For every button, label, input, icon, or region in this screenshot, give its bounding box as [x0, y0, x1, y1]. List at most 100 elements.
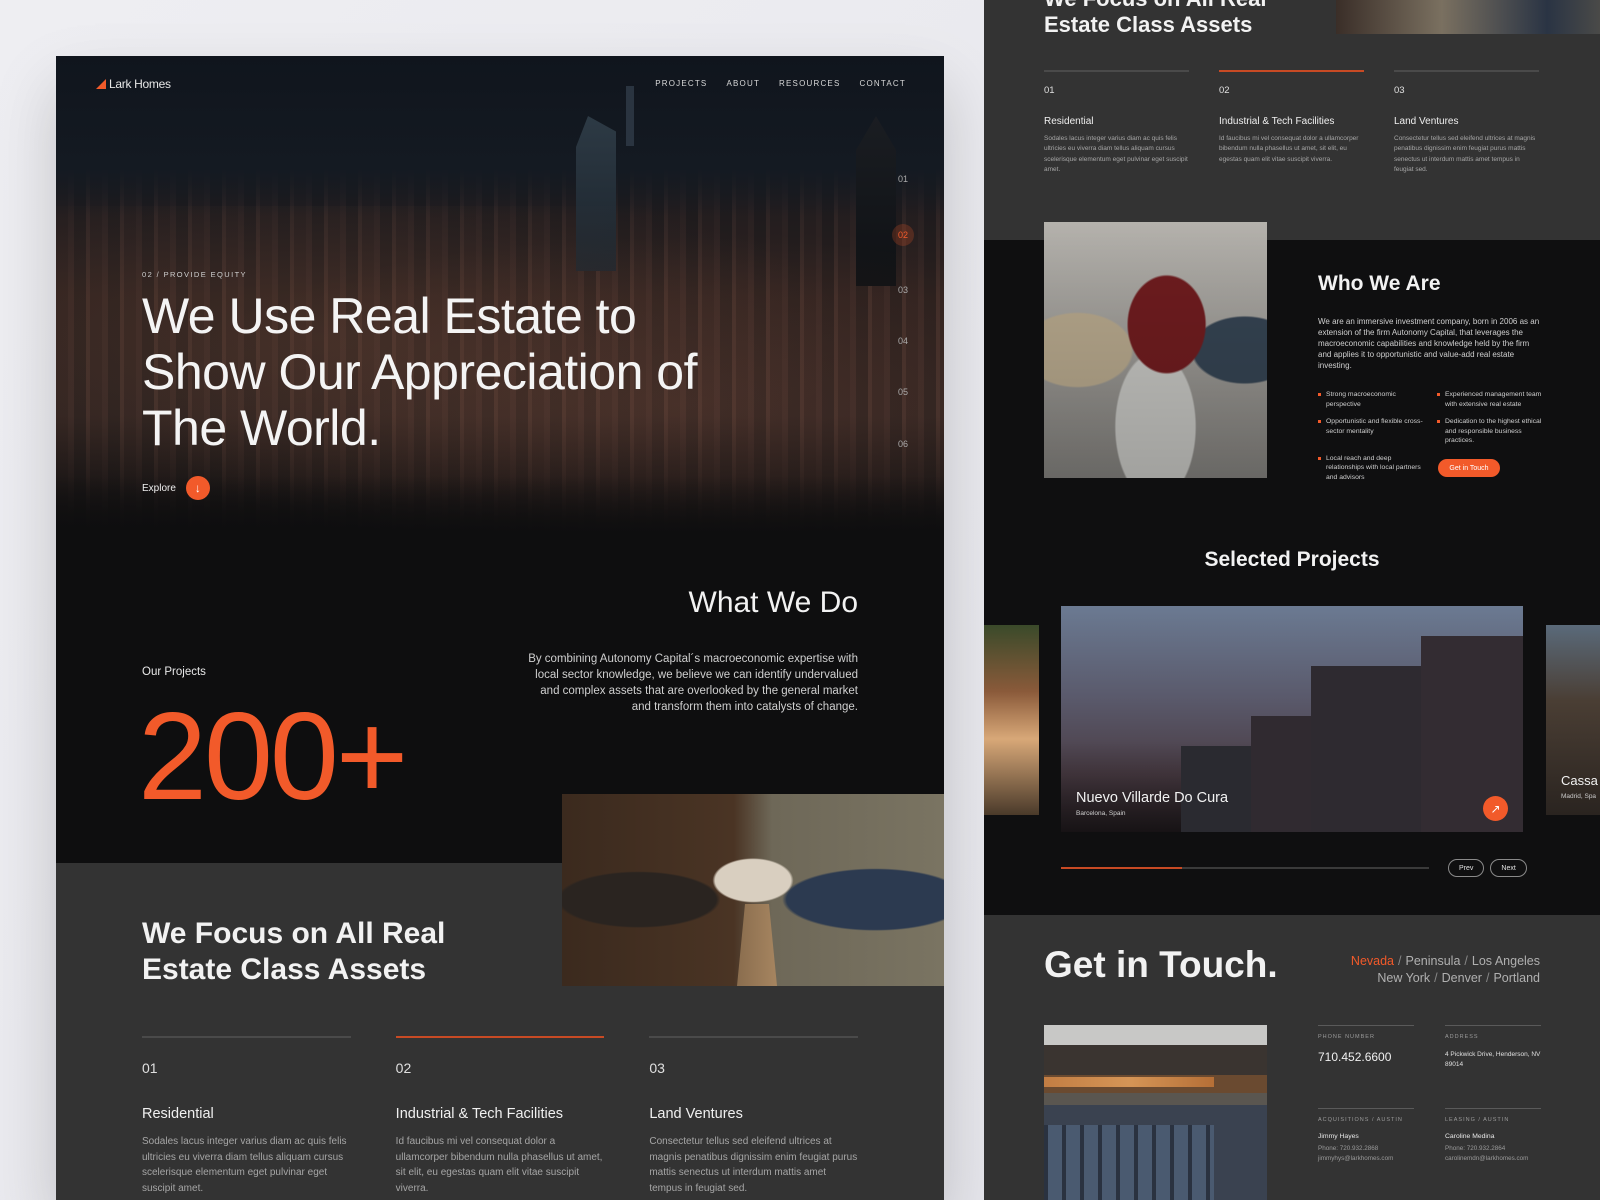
- focus-title-small: We Focus on All Real Estate Class Assets: [1044, 0, 1266, 37]
- top-nav: Lark Homes PROJECTS ABOUT RESOURCES CONT…: [56, 56, 944, 116]
- divider: [1318, 1108, 1414, 1109]
- city-peninsula[interactable]: Peninsula: [1406, 954, 1461, 968]
- slide-dot-01[interactable]: 01: [892, 168, 914, 190]
- logo-text: Lark Homes: [109, 77, 171, 91]
- city-denver[interactable]: Denver: [1442, 971, 1482, 985]
- asset-class-item[interactable]: 02 Industrial & Tech Facilities Id fauci…: [1219, 70, 1364, 176]
- slide-dot-06[interactable]: 06: [892, 433, 914, 455]
- asset-text: Sodales lacus integer varius diam ac qui…: [142, 1136, 347, 1194]
- asset-text: Id faucibus mi vel consequat dolor a ull…: [1219, 134, 1359, 163]
- homepage-preview-continued: We Focus on All Real Estate Class Assets…: [984, 0, 1600, 1200]
- city-new-york[interactable]: New York: [1377, 971, 1430, 985]
- what-we-do-text: By combining Autonomy Capital´s macroeco…: [528, 653, 858, 713]
- divider: [1318, 1025, 1414, 1026]
- next-project-card[interactable]: Cassa Madrid, Spa: [1546, 625, 1600, 815]
- address-block: ADDRESS 4 Pickwick Drive, Henderson, NV …: [1445, 1025, 1541, 1069]
- asset-title: Land Ventures: [649, 1106, 743, 1122]
- asset-class-item[interactable]: 01 Residential Sodales lacus integer var…: [1044, 70, 1189, 176]
- explore-button[interactable]: Explore ↓: [142, 476, 210, 500]
- carousel-progress-fill: [1061, 867, 1183, 869]
- next-button[interactable]: Next: [1490, 859, 1527, 877]
- homepage-preview-large: Lark Homes PROJECTS ABOUT RESOURCES CONT…: [56, 56, 944, 1200]
- logo[interactable]: Lark Homes: [96, 77, 171, 91]
- bullet-text: Experienced management team with extensi…: [1445, 391, 1542, 408]
- phone-block: PHONE NUMBER 710.452.6600: [1318, 1025, 1414, 1064]
- hero-title: We Use Real Estate to Show Our Appreciat…: [142, 288, 698, 456]
- asset-num: 02: [395, 1060, 412, 1076]
- team-photo: [562, 794, 944, 986]
- phone-label: PHONE NUMBER: [1318, 1034, 1375, 1040]
- contact-phone[interactable]: Phone: 720.932.2868: [1318, 1144, 1414, 1154]
- asset-title: Land Ventures: [1394, 115, 1459, 127]
- project-card[interactable]: Nuevo Villarde Do Cura Barcelona, Spain …: [1061, 606, 1523, 832]
- phone-number[interactable]: 710.452.6600: [1318, 1050, 1414, 1064]
- hero-eyebrow: 02 / PROVIDE EQUITY: [142, 270, 247, 279]
- office-building-photo: [1044, 1025, 1267, 1200]
- nav-contact[interactable]: CONTACT: [860, 79, 906, 88]
- bullet-dot-icon: [1437, 420, 1440, 423]
- asset-num: 01: [142, 1060, 158, 1076]
- bullet-dot-icon: [1318, 456, 1321, 460]
- project-name: Nuevo Villarde Do Cura: [1076, 790, 1229, 806]
- photo-windows: [1044, 1125, 1214, 1200]
- slide-dot-03[interactable]: 03: [892, 279, 914, 301]
- asset-classes: 01 Residential Sodales lacus integer var…: [142, 1036, 859, 1196]
- bullet-dot-icon: [1437, 393, 1440, 396]
- slide-dot-05[interactable]: 05: [892, 381, 914, 403]
- city-los-angeles[interactable]: Los Angeles: [1472, 954, 1540, 968]
- separator: /: [1464, 954, 1468, 968]
- previous-project-card[interactable]: [984, 625, 1039, 815]
- nav-about[interactable]: ABOUT: [726, 79, 760, 88]
- asset-class-item[interactable]: 03 Land Ventures Consectetur tellus sed …: [1394, 70, 1539, 176]
- asset-title: Residential: [142, 1106, 214, 1122]
- acquisitions-block: ACQUISITIONS / AUSTIN Jimmy Hayes Phone:…: [1318, 1108, 1414, 1164]
- contact-phone[interactable]: Phone: 720.932.2864: [1445, 1144, 1541, 1154]
- contact-email[interactable]: jimmyhys@larkhomes.com: [1318, 1154, 1414, 1164]
- asset-class-item[interactable]: 01 Residential Sodales lacus integer var…: [142, 1036, 351, 1196]
- project-location: Barcelona, Spain: [1076, 810, 1126, 817]
- separator: /: [1485, 970, 1490, 985]
- city-portland[interactable]: Portland: [1493, 971, 1540, 985]
- slide-dot-04[interactable]: 04: [892, 330, 914, 352]
- address-label: ADDRESS: [1445, 1034, 1479, 1040]
- projects-label: Our Projects: [142, 666, 206, 678]
- asset-text: Id faucibus mi vel consequat dolor a ull…: [395, 1136, 603, 1194]
- explore-label: Explore: [142, 482, 176, 494]
- divider: [649, 1036, 859, 1038]
- bullet-text: Dedication to the highest ethical and re…: [1445, 418, 1542, 444]
- contact-email[interactable]: carolinemdn@larkhomes.com: [1445, 1154, 1541, 1164]
- who-we-are-title: Who We Are: [1318, 272, 1441, 295]
- address-text: 4 Pickwick Drive, Henderson, NV 89014: [1445, 1051, 1541, 1068]
- get-in-touch-button[interactable]: Get in Touch: [1438, 459, 1500, 477]
- asset-num: 03: [649, 1060, 665, 1076]
- asset-title: Industrial & Tech Facilities: [1219, 115, 1335, 127]
- city-nevada[interactable]: Nevada: [1351, 954, 1394, 968]
- nav-projects[interactable]: PROJECTS: [655, 79, 707, 88]
- city-list: Nevada / Peninsula / Los Angeles New York / De…: [1300, 953, 1540, 986]
- separator: /: [1398, 954, 1402, 968]
- divider-active: [1219, 70, 1364, 72]
- leasing-block: LEASING / AUSTIN Caroline Medina Phone: …: [1445, 1108, 1541, 1164]
- slide-dot-02[interactable]: 02: [892, 224, 914, 246]
- building-shape: [1181, 746, 1261, 832]
- bullet-item: Experienced management team with extensi…: [1437, 390, 1544, 409]
- arrow-down-icon: ↓: [185, 476, 210, 500]
- nav-resources[interactable]: RESOURCES: [779, 79, 840, 88]
- divider: [1044, 70, 1189, 72]
- prev-button[interactable]: Prev: [1448, 859, 1485, 877]
- bullet-dot-icon: [1318, 393, 1321, 396]
- contact-title: Get in Touch.: [1044, 944, 1278, 985]
- focus-title: We Focus on All Real Estate Class Assets: [142, 917, 446, 986]
- divider: [142, 1036, 351, 1038]
- asset-class-item[interactable]: 03 Land Ventures Consectetur tellus sed …: [649, 1036, 859, 1196]
- bullet-text: Opportunistic and flexible cross-sector …: [1326, 418, 1423, 435]
- photo-glow: [1044, 1077, 1214, 1087]
- asset-class-item[interactable]: 02 Industrial & Tech Facilities Id fauci…: [395, 1036, 605, 1196]
- nav-links: PROJECTS ABOUT RESOURCES CONTACT: [655, 79, 906, 88]
- asset-title: Residential: [1044, 115, 1094, 127]
- asset-num: 03: [1394, 84, 1405, 96]
- arrow-up-right-icon[interactable]: ↗: [1483, 796, 1508, 821]
- bullet-text: Strong macroeconomic perspective: [1326, 391, 1396, 408]
- carousel-progress: [1061, 867, 1429, 869]
- bullet-item: Dedication to the highest ethical and re…: [1437, 417, 1544, 446]
